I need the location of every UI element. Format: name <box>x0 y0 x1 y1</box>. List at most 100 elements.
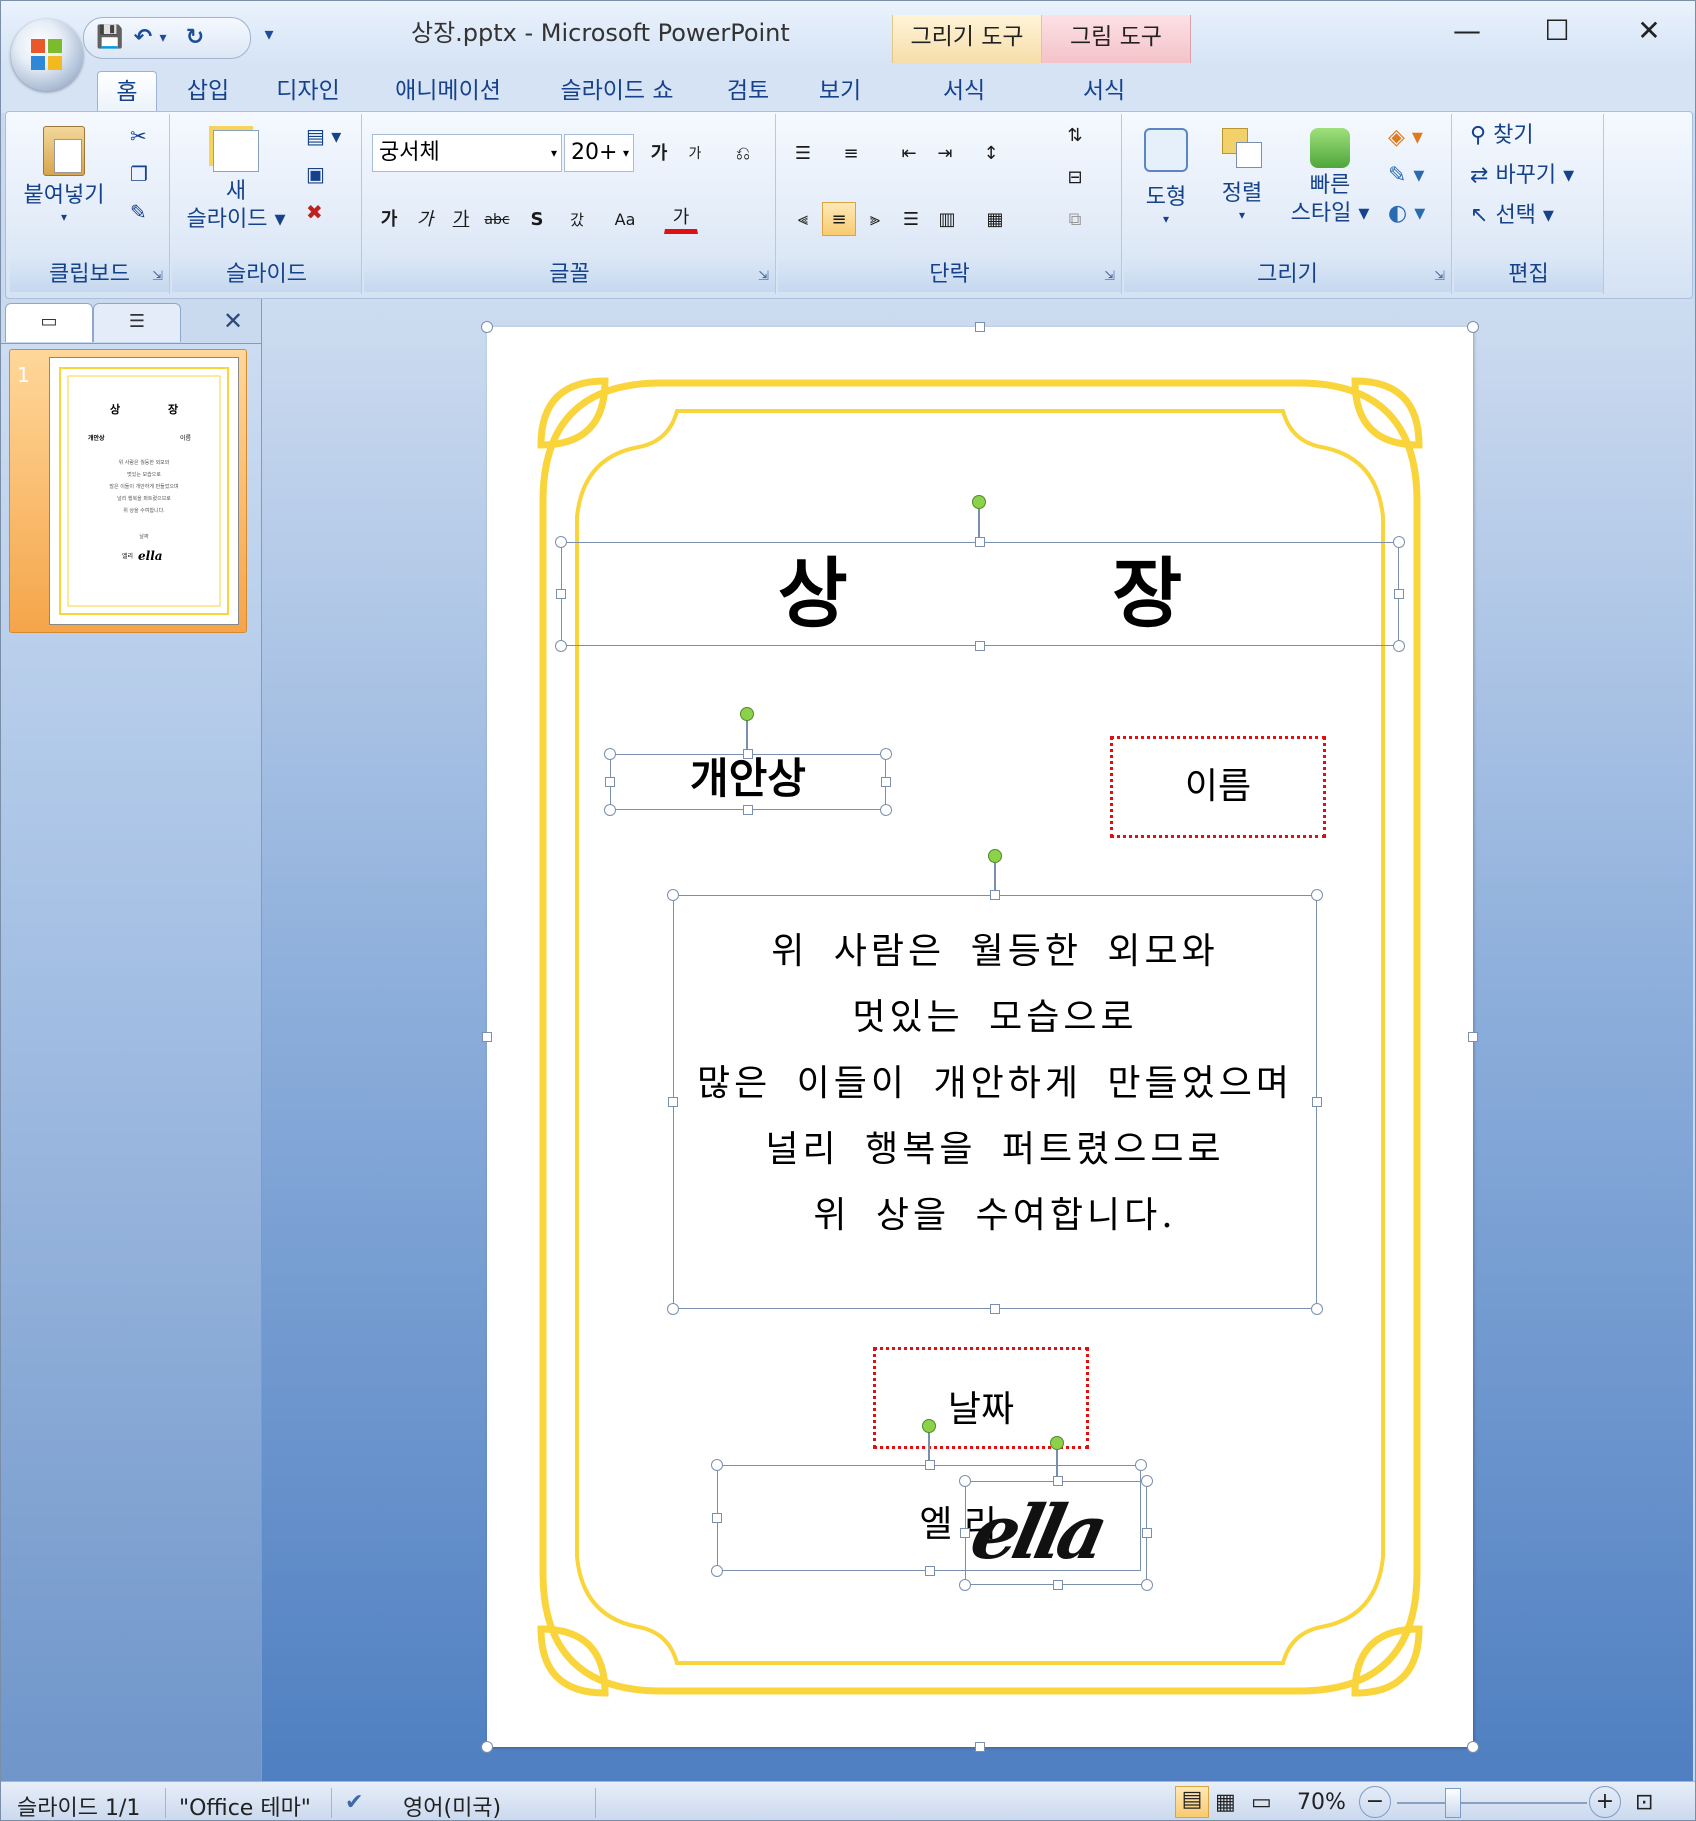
format-painter-icon[interactable]: ✎ <box>130 198 147 226</box>
normal-view-icon[interactable]: ▤ <box>1175 1786 1209 1818</box>
slide-resize-handle[interactable] <box>481 321 493 333</box>
body-text[interactable]: 위 사람은 월등한 외모와 멋있는 모습으로 많은 이들이 개안하게 만들었으며… <box>673 919 1317 1249</box>
resize-handle[interactable] <box>604 804 616 816</box>
decrease-indent-icon[interactable]: ⇤ <box>892 136 926 170</box>
delete-slide-icon[interactable]: ✖ <box>306 198 323 226</box>
resize-handle[interactable] <box>960 1528 970 1538</box>
resize-handle[interactable] <box>975 537 985 547</box>
undo-icon[interactable]: ↶ <box>130 24 156 52</box>
resize-handle[interactable] <box>1141 1475 1153 1487</box>
resize-handle[interactable] <box>712 1513 722 1523</box>
resize-handle[interactable] <box>743 805 753 815</box>
resize-handle[interactable] <box>1053 1580 1063 1590</box>
shapes-button[interactable]: 도형 ▾ <box>1130 122 1202 226</box>
resize-handle[interactable] <box>1142 1528 1152 1538</box>
smartart-icon[interactable]: ⧉ <box>1058 202 1092 236</box>
tab-slides-icon[interactable]: ▭ <box>5 303 93 342</box>
copy-icon[interactable]: ❐ <box>130 160 148 188</box>
save-icon[interactable]: 💾 <box>96 24 123 52</box>
cut-icon[interactable]: ✂ <box>130 122 147 150</box>
tab-view[interactable]: 보기 <box>809 71 871 113</box>
zoom-in-button[interactable]: + <box>1589 1786 1621 1818</box>
tab-outline-icon[interactable]: ☰ <box>93 303 181 342</box>
align-text-icon[interactable]: ⊟ <box>1058 160 1092 194</box>
strikethrough-button[interactable]: abc <box>480 202 514 236</box>
slide-resize-handle[interactable] <box>975 1742 985 1752</box>
numbering-icon[interactable]: ≡ <box>834 136 868 170</box>
underline-button[interactable]: 가 <box>444 202 478 236</box>
customize-toolbar-icon[interactable]: ▾ <box>259 21 279 49</box>
new-slide-button[interactable]: 새 슬라이드 ▾ <box>176 122 296 234</box>
font-color-button[interactable]: 가 <box>664 200 698 234</box>
tab-design[interactable]: 디자인 <box>263 71 353 113</box>
bullets-icon[interactable]: ☰ <box>786 136 820 170</box>
tab-slide-show[interactable]: 슬라이드 쇼 <box>547 71 687 113</box>
reset-icon[interactable]: ▣ <box>306 160 325 188</box>
slide-resize-handle[interactable] <box>975 322 985 332</box>
shape-effects-icon[interactable]: ◐ ▾ <box>1388 200 1425 228</box>
rotate-handle[interactable] <box>922 1419 936 1433</box>
resize-handle[interactable] <box>711 1565 723 1577</box>
line-spacing-icon[interactable]: ↕ <box>974 136 1008 170</box>
resize-handle[interactable] <box>556 589 566 599</box>
signature-image[interactable]: ella <box>963 1485 1153 1581</box>
resize-handle[interactable] <box>959 1579 971 1591</box>
resize-handle[interactable] <box>881 777 891 787</box>
resize-handle[interactable] <box>990 1304 1000 1314</box>
slide-sorter-icon[interactable]: ▦ <box>1215 1790 1236 1815</box>
resize-handle[interactable] <box>555 640 567 652</box>
resize-handle[interactable] <box>605 777 615 787</box>
resize-handle[interactable] <box>1053 1476 1063 1486</box>
change-case-button[interactable]: Aa <box>608 202 642 236</box>
align-center-icon[interactable]: ≡ <box>822 202 856 236</box>
select-button[interactable]: ↖ 선택 ▾ <box>1470 202 1554 230</box>
dialog-launcher-icon[interactable]: ⇲ <box>152 269 163 284</box>
fit-to-window-icon[interactable]: ⊡ <box>1635 1790 1653 1815</box>
slide-resize-handle[interactable] <box>481 1741 493 1753</box>
slide-show-icon[interactable]: ▭ <box>1251 1790 1272 1815</box>
justify-icon[interactable]: ☰ <box>894 202 928 236</box>
redo-icon[interactable]: ↻ <box>180 24 210 52</box>
layout-icon[interactable]: ▤ ▾ <box>306 122 341 150</box>
find-button[interactable]: ⚲ 찾기 <box>1470 122 1534 150</box>
resize-handle[interactable] <box>668 1097 678 1107</box>
undo-dropdown-icon[interactable]: ▾ <box>156 24 170 52</box>
tab-format-picture[interactable]: 서식 <box>1069 71 1139 113</box>
language-status[interactable]: 영어(미국) <box>403 1790 501 1820</box>
tab-animations[interactable]: 애니메이션 <box>385 71 511 113</box>
shape-fill-icon[interactable]: ◈ ▾ <box>1388 124 1423 152</box>
shadow-button[interactable]: S <box>520 202 554 236</box>
resize-handle[interactable] <box>925 1460 935 1470</box>
replace-button[interactable]: ⇄ 바꾸기 ▾ <box>1470 162 1574 190</box>
zoom-out-button[interactable]: − <box>1359 1786 1391 1818</box>
text-direction-icon[interactable]: ⇅ <box>1058 118 1092 152</box>
dialog-launcher-icon[interactable]: ⇲ <box>1434 269 1445 284</box>
zoom-slider-thumb[interactable] <box>1445 1788 1461 1818</box>
resize-handle[interactable] <box>667 889 679 901</box>
grow-font-button[interactable]: 가 <box>642 136 676 170</box>
tab-insert[interactable]: 삽입 <box>175 71 241 113</box>
zoom-slider-track[interactable] <box>1397 1802 1587 1804</box>
tab-format-drawing[interactable]: 서식 <box>929 71 999 113</box>
rotate-handle[interactable] <box>988 849 1002 863</box>
resize-handle[interactable] <box>1311 1303 1323 1315</box>
slide-resize-handle[interactable] <box>1467 321 1479 333</box>
quick-styles-button[interactable]: 빠른 스타일 ▾ <box>1282 122 1378 228</box>
resize-handle[interactable] <box>667 1303 679 1315</box>
resize-handle[interactable] <box>1312 1097 1322 1107</box>
clear-format-icon[interactable]: ⎌ <box>726 136 760 170</box>
shrink-font-button[interactable]: 가 <box>678 136 712 170</box>
resize-handle[interactable] <box>1135 1459 1147 1471</box>
minimize-button[interactable]: — <box>1437 11 1497 51</box>
close-button[interactable]: ✕ <box>1619 11 1679 51</box>
certificate-title[interactable]: 상 장 <box>561 542 1399 646</box>
tab-home[interactable]: 홈 <box>97 71 157 114</box>
paste-button[interactable]: 붙여넣기 ▾ <box>18 122 110 224</box>
columns-icon[interactable]: ▦ <box>978 202 1012 236</box>
resize-handle[interactable] <box>1141 1579 1153 1591</box>
resize-handle[interactable] <box>880 748 892 760</box>
office-button[interactable] <box>11 19 83 91</box>
shape-outline-icon[interactable]: ✎ ▾ <box>1388 162 1424 190</box>
character-spacing-button[interactable]: 갔 <box>560 202 594 236</box>
font-size-select[interactable]: 20+ ▾ <box>564 134 634 172</box>
